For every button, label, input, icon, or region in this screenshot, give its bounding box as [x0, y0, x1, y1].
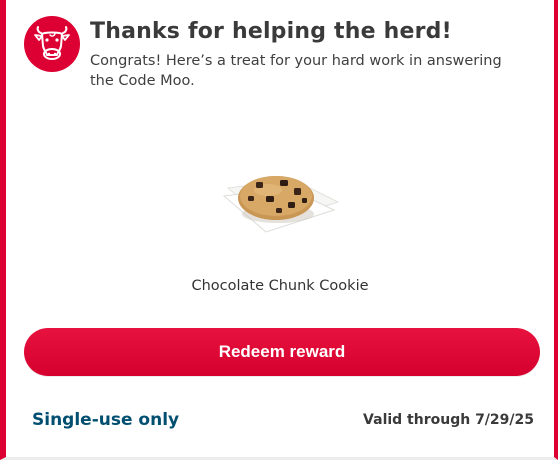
modal-header: Thanks for helping the herd! Congrats! H… — [24, 16, 538, 91]
modal-footer: Single-use only Valid through 7/29/25 — [32, 410, 534, 430]
modal-message: Congrats! Here’s a treat for your hard w… — [90, 53, 502, 89]
cow-head-icon — [24, 16, 80, 72]
header-text: Thanks for helping the herd! Congrats! H… — [90, 18, 510, 91]
redeem-reward-button[interactable]: Redeem reward — [24, 328, 540, 376]
cookie-image — [218, 166, 346, 238]
reward-modal: Thanks for helping the herd! Congrats! H… — [0, 0, 558, 460]
modal-title: Thanks for helping the herd! — [90, 19, 452, 44]
validity-date: Valid through 7/29/25 — [363, 412, 534, 428]
reward-name: Chocolate Chunk Cookie — [191, 278, 369, 294]
usage-note: Single-use only — [32, 410, 180, 430]
